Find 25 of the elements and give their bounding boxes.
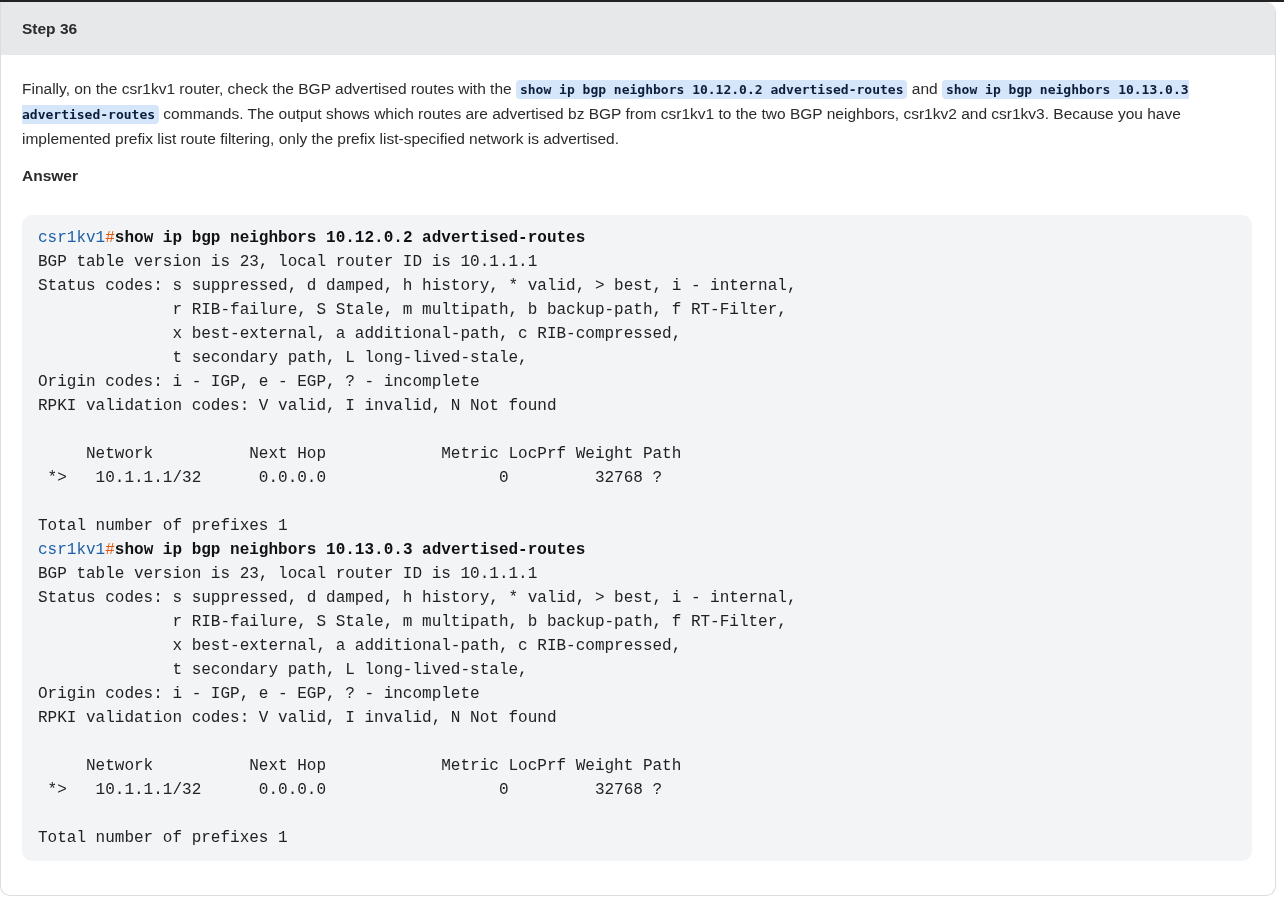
output-line: t secondary path, L long-lived-stale, xyxy=(171,660,529,681)
command-line: csr1kv1#show ip bgp neighbors 10.13.0.3 advertised-routes xyxy=(38,540,587,561)
output-line: Network Next Hop Metric LocPrf Weight Path xyxy=(85,444,683,465)
output-line: r RIB-failure, S Stale, m multipath, b backup-path, f RT-Filter, xyxy=(171,300,788,321)
output-line: RPKI validation codes: V valid, I invalid, N Not found xyxy=(38,396,558,417)
output-line: Total number of prefixes 1 xyxy=(38,516,289,537)
output-line: Network Next Hop Metric LocPrf Weight Path xyxy=(85,756,683,777)
output-line: Status codes: s suppressed, d damped, h history, * valid, > best, i - internal, xyxy=(38,276,798,297)
output-line: *> 10.1.1.1/32 0.0.0.0 0 32768 ? xyxy=(46,780,664,801)
instruction-paragraph: Finally, on the csr1kv1 router, check the BGP advertised routes with the show ip bgp neighbors 10.12.0.2 advertised-routes and show ip bgp neighbors 10.13.0.3 advertised-routes commands. The output shows which routes are advertised bz BGP from csr1kv1 to the two BGP neighbors, csr1kv2 and csr1kv3. Because you have implemented prefix list route filtering, only the prefix list-specified network is advertised. xyxy=(22,79,1190,149)
answer-heading: Answer xyxy=(22,166,79,186)
output-line: RPKI validation codes: V valid, I invalid, N Not found xyxy=(38,708,558,729)
output-line: Origin codes: i - IGP, e - EGP, ? - incomplete xyxy=(38,684,481,705)
output-line: t secondary path, L long-lived-stale, xyxy=(171,348,529,369)
output-line: Total number of prefixes 1 xyxy=(38,828,289,849)
output-line: x best-external, a additional-path, c RIB-compressed, xyxy=(171,324,683,345)
output-line: Status codes: s suppressed, d damped, h history, * valid, > best, i - internal, xyxy=(38,588,798,609)
output-line: x best-external, a additional-path, c RIB-compressed, xyxy=(171,636,683,657)
output-line: BGP table version is 23, local router ID is 10.1.1.1 xyxy=(38,564,539,585)
output-line: Origin codes: i - IGP, e - EGP, ? - incomplete xyxy=(38,372,481,393)
step-title: Step 36 xyxy=(22,18,78,39)
output-line: *> 10.1.1.1/32 0.0.0.0 0 32768 ? xyxy=(46,468,664,489)
command-line: csr1kv1#show ip bgp neighbors 10.12.0.2 advertised-routes xyxy=(38,228,587,249)
output-line: r RIB-failure, S Stale, m multipath, b backup-path, f RT-Filter, xyxy=(171,612,788,633)
output-line: BGP table version is 23, local router ID is 10.1.1.1 xyxy=(38,252,539,273)
